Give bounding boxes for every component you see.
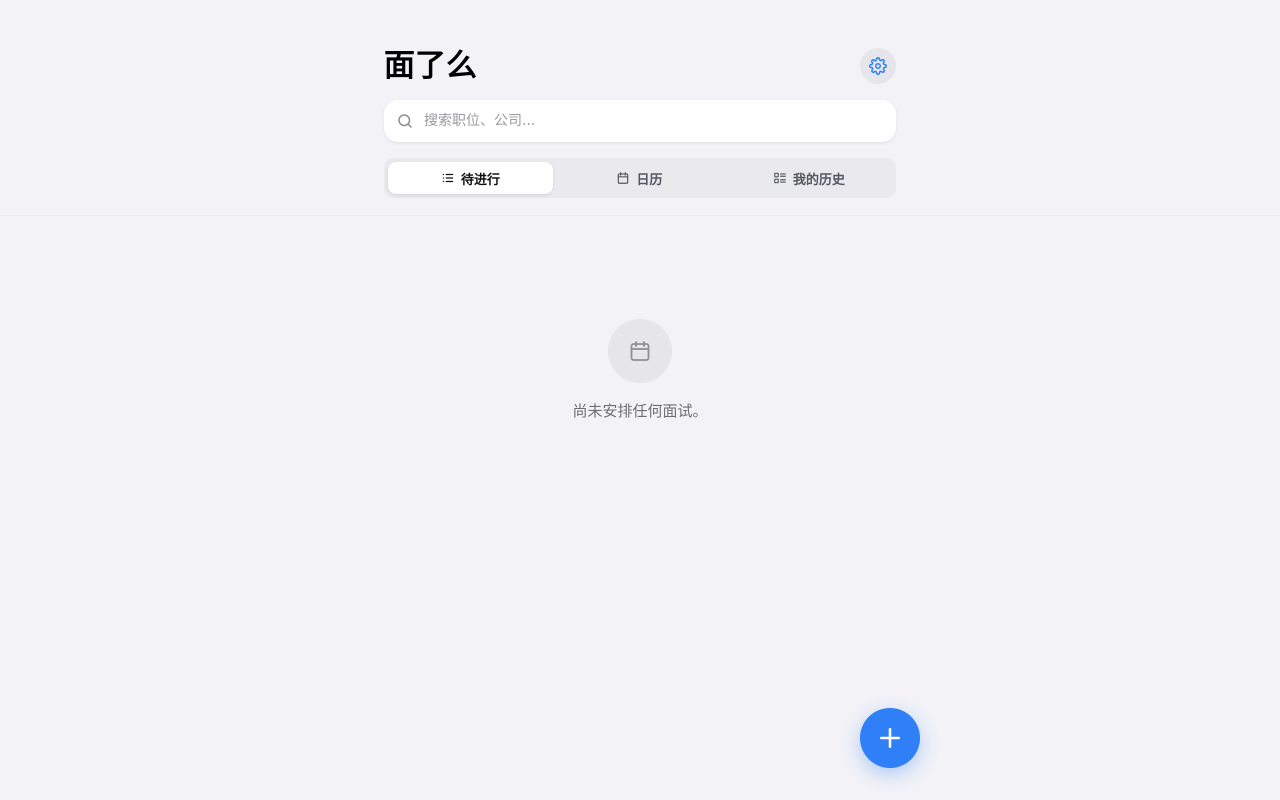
search-icon — [398, 114, 412, 128]
calendar-icon — [630, 341, 650, 361]
tab-label: 待进行 — [460, 172, 500, 188]
history-list-icon — [774, 172, 786, 184]
tab-upcoming[interactable]: 待进行 — [388, 162, 553, 194]
search-bar — [384, 100, 896, 142]
plus-icon — [880, 728, 900, 748]
calendar-icon — [618, 172, 629, 184]
list-icon — [442, 173, 454, 183]
tab-label: 我的历史 — [792, 172, 845, 188]
tab-calendar[interactable]: 日历 — [557, 162, 722, 194]
search-input[interactable] — [424, 100, 884, 142]
add-interview-button[interactable] — [860, 708, 920, 768]
empty-state-message: 尚未安排任何面试。 — [572, 402, 708, 420]
tab-label: 日历 — [636, 172, 663, 188]
app-header: 面了么 搜索职位、公司... 待进行 日历 我的历史 — [0, 0, 1280, 216]
settings-button[interactable] — [860, 48, 896, 84]
tab-bar: 待进行 日历 我的历史 — [384, 158, 896, 198]
gear-icon — [869, 57, 887, 75]
tab-history[interactable]: 我的历史 — [726, 162, 892, 194]
page-title: 面了么 — [384, 48, 477, 84]
empty-state-icon-wrap — [608, 319, 672, 383]
